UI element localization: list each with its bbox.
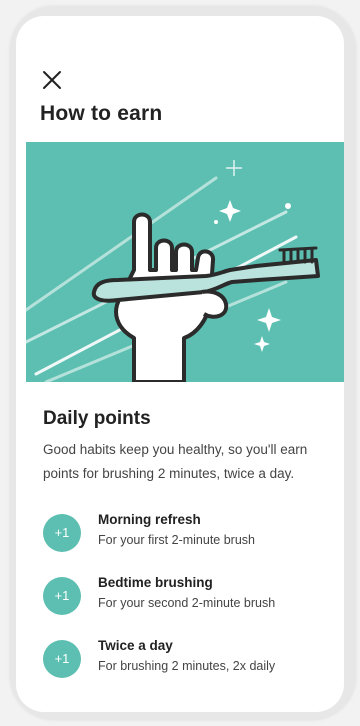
item-title: Bedtime brushing xyxy=(98,575,213,590)
hero-banner xyxy=(24,142,344,384)
hand-holding-toothbrush-illustration xyxy=(24,160,320,384)
section-description: Good habits keep you healthy, so you'll … xyxy=(43,442,308,481)
item-subtitle: For your first 2-minute brush xyxy=(98,533,255,547)
item-title: Twice a day xyxy=(98,638,173,653)
list-item-morning-refresh: +1 Morning refresh For your first 2-minu… xyxy=(43,512,333,556)
points-badge: +1 xyxy=(43,640,81,678)
points-badge: +1 xyxy=(43,514,81,552)
screen: How to earn Daily points Good habits kee… xyxy=(16,16,344,712)
page-title: How to earn xyxy=(40,102,163,125)
list-item-bedtime-brushing: +1 Bedtime brushing For your second 2-mi… xyxy=(43,575,333,619)
close-button[interactable] xyxy=(40,68,64,92)
points-badge: +1 xyxy=(43,577,81,615)
section-title: Daily points xyxy=(43,408,151,429)
item-subtitle: For your second 2-minute brush xyxy=(98,596,276,610)
list-item-twice-a-day: +1 Twice a day For brushing 2 minutes, 2… xyxy=(43,638,333,682)
item-subtitle: For brushing 2 minutes, 2x daily xyxy=(98,659,276,673)
close-icon xyxy=(43,71,61,89)
item-title: Morning refresh xyxy=(98,512,201,527)
